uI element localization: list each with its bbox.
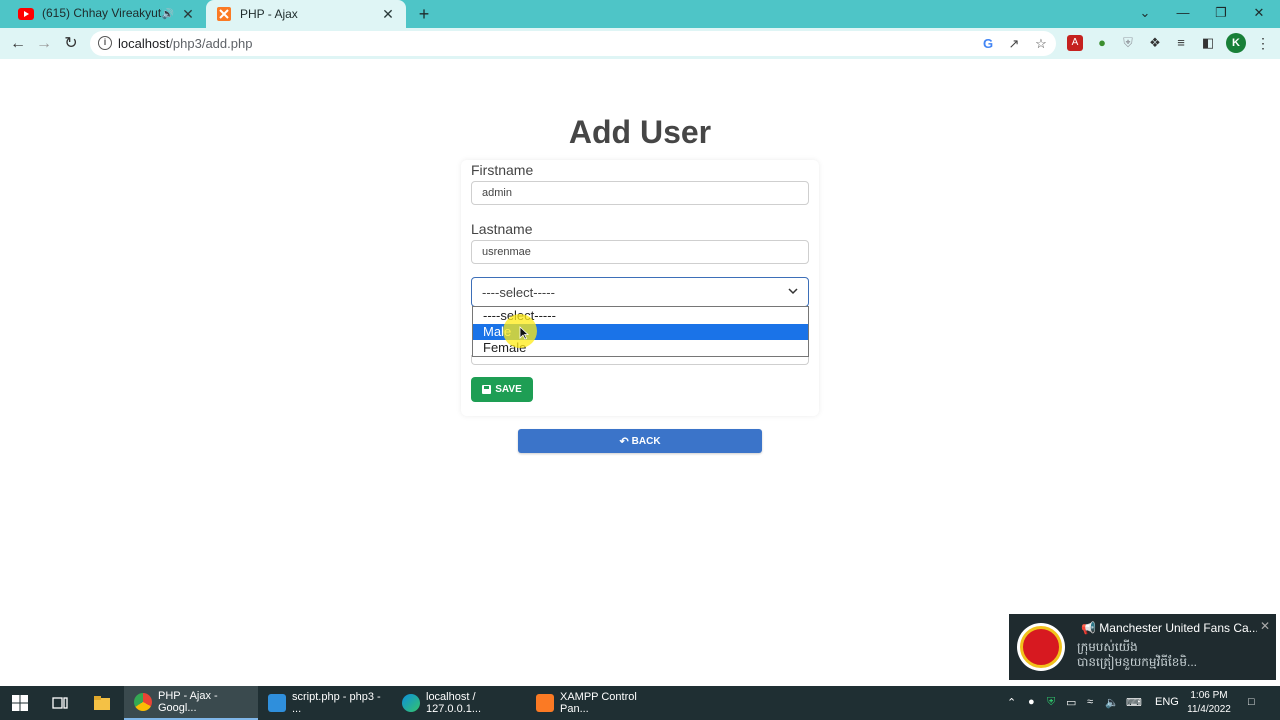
reading-list-icon[interactable]: ≡ [1173, 35, 1189, 51]
notification-line-2: បានត្រៀមនួយកម្មវិធីខែមិ... [1077, 655, 1197, 669]
mouse-pointer-icon [519, 326, 529, 340]
volume-icon[interactable]: 🔈 [1105, 696, 1119, 709]
site-info-icon[interactable]: i [98, 36, 112, 50]
page-title: Add User [568, 114, 712, 150]
reply-arrow-icon: ↶ [619, 435, 629, 448]
back-arrow-icon[interactable]: ← [6, 32, 30, 56]
extension-globe-icon[interactable]: ● [1094, 35, 1110, 51]
firstname-label: Firstname [471, 162, 534, 178]
lastname-label: Lastname [471, 221, 533, 237]
microphone-icon[interactable]: ● [1028, 696, 1035, 708]
xampp-icon [216, 6, 232, 22]
pdf-extension-icon[interactable]: A [1067, 35, 1083, 51]
vscode-icon [268, 694, 286, 712]
google-icon[interactable]: G [979, 35, 997, 53]
taskbar-app-xampp[interactable]: XAMPP Control Pan... [526, 686, 660, 720]
megaphone-icon: 📢 [1081, 621, 1096, 635]
minimize-button[interactable]: — [1164, 0, 1202, 28]
security-shield-icon[interactable]: ⛨ [1047, 696, 1055, 709]
tab-php-ajax[interactable]: PHP - Ajax ✕ [206, 0, 406, 28]
lastname-input[interactable]: usrenmae [471, 240, 809, 264]
battery-icon[interactable]: ▭ [1066, 696, 1076, 709]
taskbar-app-label: localhost / 127.0.0.1... [426, 691, 482, 715]
tab-title: PHP - Ajax [240, 7, 298, 21]
close-tab-icon[interactable]: ✕ [380, 6, 396, 23]
keyboard-icon[interactable]: ⌨ [1126, 696, 1142, 709]
language-indicator[interactable]: ENG [1155, 696, 1179, 708]
reload-icon[interactable]: ↻ [59, 32, 83, 56]
close-window-button[interactable]: ✕ [1240, 0, 1278, 28]
chevron-down-icon [788, 288, 798, 295]
browser-toolbar: ← → ↻ i localhost/php3/add.php G ↗ ☆ A ●… [0, 28, 1280, 59]
taskbar-app-label: PHP - Ajax - Googl... [158, 690, 218, 714]
floppy-disk-icon [482, 385, 492, 394]
chrome-icon [134, 693, 152, 711]
taskbar-app-label: script.php - php3 - ... [292, 691, 381, 715]
back-button-label: BACK [631, 435, 661, 447]
wifi-icon[interactable]: ≈ [1087, 696, 1093, 708]
windows-taskbar: PHP - Ajax - Googl... script.php - php3 … [0, 686, 1280, 720]
forward-arrow-icon[interactable]: → [32, 32, 56, 56]
edge-icon [402, 694, 420, 712]
close-tab-icon[interactable]: ✕ [180, 6, 196, 23]
gender-select[interactable]: ----select----- [471, 277, 809, 307]
back-button[interactable]: ↶ BACK [518, 429, 762, 453]
share-icon[interactable]: ↗ [1005, 35, 1023, 53]
firstname-input[interactable]: admin [471, 181, 809, 205]
system-clock[interactable]: 1:06 PM 11/4/2022 [1182, 689, 1236, 717]
taskbar-app-label: XAMPP Control Pan... [560, 691, 637, 715]
xampp-icon [536, 694, 554, 712]
taskbar-app-edge[interactable]: localhost / 127.0.0.1... [392, 686, 526, 720]
side-panel-icon[interactable]: ◧ [1200, 35, 1216, 51]
notification-center-icon[interactable]: □ [1248, 696, 1255, 708]
clock-time: 1:06 PM [1190, 690, 1228, 701]
browser-tab-strip: (615) Chhay Vireakyuth - វេ 🔊 ✕ PHP - Aj… [0, 0, 1280, 28]
save-button[interactable]: SAVE [471, 377, 533, 402]
tab-search-icon[interactable]: ⌄ [1126, 0, 1164, 28]
tab-youtube[interactable]: (615) Chhay Vireakyuth - វេ 🔊 ✕ [8, 0, 206, 28]
taskbar-app-chrome[interactable]: PHP - Ajax - Googl... [124, 686, 258, 720]
show-hidden-icons-chevron[interactable]: ⌃ [1007, 696, 1016, 709]
speaker-icon[interactable]: 🔊 [162, 9, 174, 20]
youtube-icon [18, 6, 34, 22]
taskbar-app-vscode[interactable]: script.php - php3 - ... [258, 686, 392, 720]
shield-extension-icon[interactable]: ⛨ [1120, 35, 1136, 51]
save-button-label: SAVE [495, 384, 522, 395]
notification-title: 📢 Manchester United Fans Ca... [1081, 621, 1257, 635]
task-view-icon[interactable] [51, 694, 69, 712]
url-text: localhost/php3/add.php [118, 36, 253, 51]
toast-notification[interactable]: 📢 Manchester United Fans Ca... ក្រុមបស់យ… [1009, 614, 1276, 680]
page-content: Add User Firstname admin Lastname usrenm… [0, 59, 1280, 685]
gender-select-value: ----select----- [482, 285, 555, 300]
address-bar[interactable]: i localhost/php3/add.php G ↗ ☆ [90, 31, 1056, 56]
close-icon[interactable]: ✕ [1260, 619, 1270, 633]
club-logo [1017, 623, 1065, 671]
puzzle-extensions-icon[interactable]: ❖ [1147, 35, 1163, 51]
maximize-button[interactable]: ❐ [1202, 0, 1240, 28]
bookmark-star-icon[interactable]: ☆ [1032, 35, 1050, 53]
profile-avatar[interactable]: K [1226, 33, 1246, 53]
file-explorer-icon[interactable] [93, 694, 111, 712]
windows-start-icon[interactable] [11, 694, 29, 712]
clock-date: 11/4/2022 [1187, 704, 1231, 715]
tab-title: (615) Chhay Vireakyuth - វេ [42, 6, 162, 20]
new-tab-button[interactable]: + [414, 4, 434, 24]
kebab-menu-icon[interactable]: ⋮ [1256, 34, 1270, 52]
